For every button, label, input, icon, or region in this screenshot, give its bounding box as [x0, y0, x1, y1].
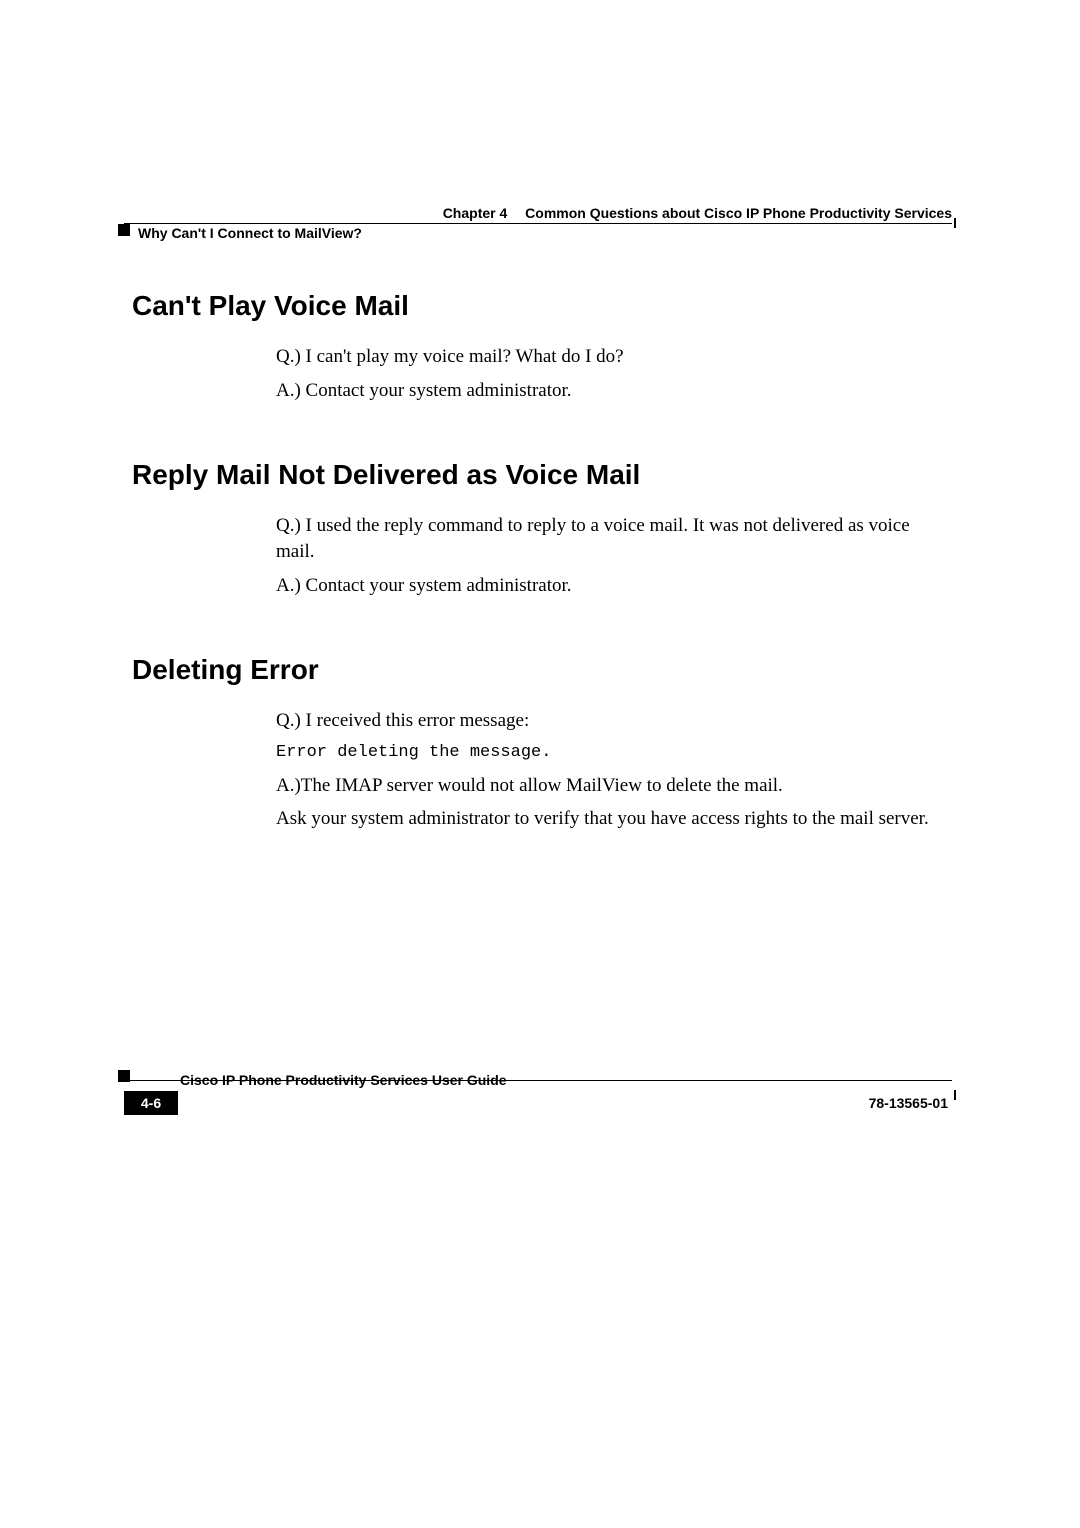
page-content: Can't Play Voice Mail Q.) I can't play m… [132, 280, 952, 840]
section-heading: Deleting Error [132, 644, 952, 686]
header-rule [124, 223, 952, 224]
header-tick-icon [954, 218, 956, 228]
header-square-icon [118, 224, 130, 236]
section-body: Q.) I received this error message: Error… [276, 708, 942, 832]
chapter-label: Chapter 4 [443, 205, 508, 221]
qa-paragraph: Ask your system administrator to verify … [276, 806, 942, 832]
section-heading: Reply Mail Not Delivered as Voice Mail [132, 449, 952, 491]
chapter-title: Common Questions about Cisco IP Phone Pr… [525, 205, 952, 221]
qa-paragraph: A.) Contact your system administrator. [276, 573, 942, 599]
qa-paragraph: A.)The IMAP server would not allow MailV… [276, 773, 942, 799]
qa-paragraph: A.) Contact your system administrator. [276, 378, 942, 404]
qa-paragraph: Q.) I used the reply command to reply to… [276, 513, 942, 564]
footer-tick-icon [954, 1090, 956, 1100]
document-page: Chapter 4 Common Questions about Cisco I… [0, 0, 1080, 1528]
footer-page-number: 4-6 [124, 1091, 178, 1115]
footer-rule [124, 1080, 952, 1081]
running-header: Chapter 4 Common Questions about Cisco I… [394, 205, 952, 221]
qa-paragraph: Q.) I received this error message: [276, 708, 942, 734]
section-heading: Can't Play Voice Mail [132, 280, 952, 322]
section-body: Q.) I used the reply command to reply to… [276, 513, 942, 598]
header-section-label: Why Can't I Connect to MailView? [138, 225, 362, 241]
footer-doc-number: 78-13565-01 [869, 1095, 948, 1111]
qa-paragraph: Q.) I can't play my voice mail? What do … [276, 344, 942, 370]
section-body: Q.) I can't play my voice mail? What do … [276, 344, 942, 403]
error-message-code: Error deleting the message. [276, 742, 942, 765]
